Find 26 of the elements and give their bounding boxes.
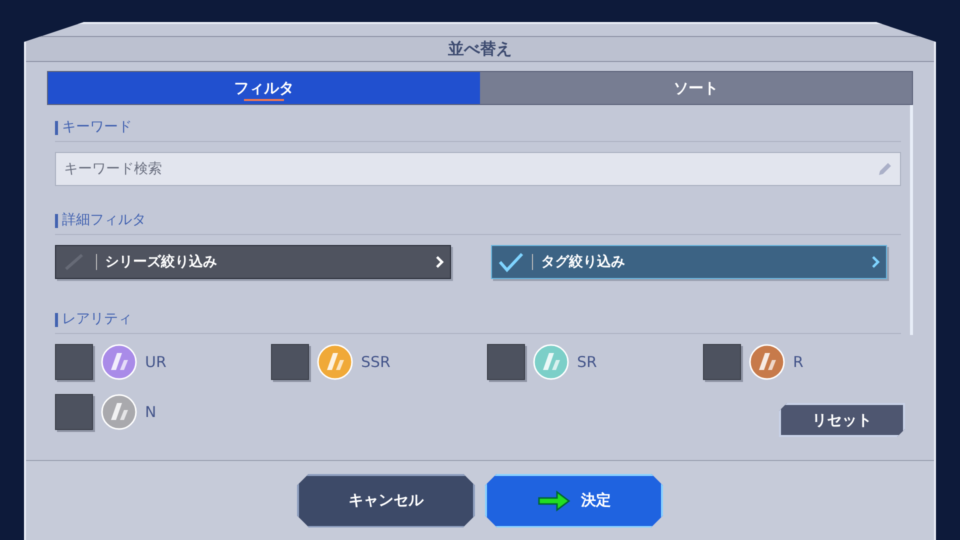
checkbox[interactable] (55, 344, 93, 380)
rarity-label: SSR (361, 352, 390, 373)
chevron-right-icon (436, 256, 444, 268)
section-heading: 詳細フィルタ (55, 210, 901, 235)
filter-button[interactable]: タグ絞り込み (491, 245, 887, 279)
section-heading: キーワード (55, 117, 901, 142)
confirm-button[interactable]: 決定 (485, 474, 663, 528)
dialog-title: 並べ替え (26, 36, 934, 62)
section-heading: レアリティ (55, 309, 901, 334)
chevron-right-icon (872, 256, 880, 268)
checkbox[interactable] (271, 344, 309, 380)
reset-button[interactable]: リセット (779, 403, 905, 437)
filter-button[interactable]: シリーズ絞り込み (55, 245, 451, 279)
checkbox[interactable] (703, 344, 741, 380)
rarity-label: N (145, 402, 156, 423)
checkbox[interactable] (487, 344, 525, 380)
checkbox[interactable] (55, 394, 93, 430)
cancel-button[interactable]: キャンセル (297, 474, 475, 528)
rarity-label: R (793, 352, 804, 373)
arrow-pointer-icon (537, 490, 571, 512)
tab[interactable]: フィルタ (48, 72, 480, 104)
scrollbar[interactable] (910, 105, 913, 335)
pencil-icon (876, 160, 894, 178)
rarity-label: UR (145, 352, 166, 373)
tab[interactable]: ソート (480, 72, 912, 104)
rarity-label: SR (577, 352, 597, 373)
